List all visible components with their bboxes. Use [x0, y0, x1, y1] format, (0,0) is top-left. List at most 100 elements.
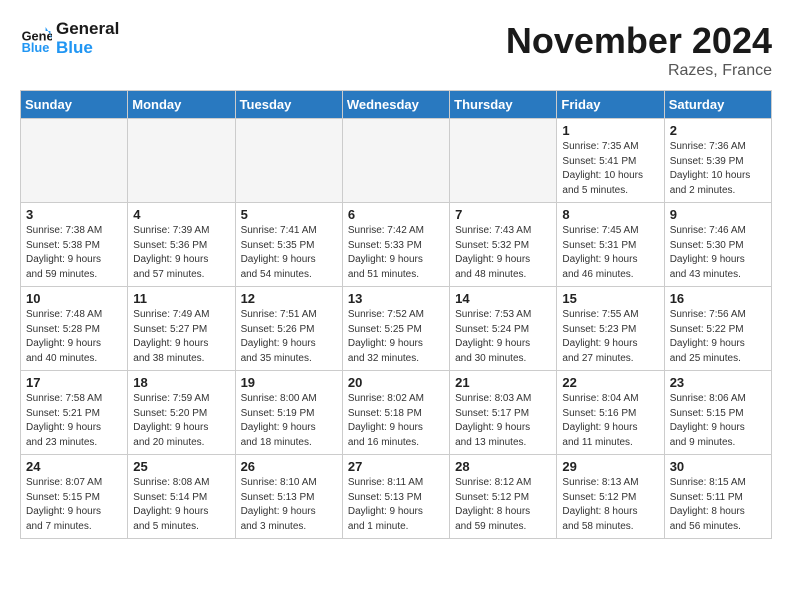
day-detail: Sunrise: 7:43 AM Sunset: 5:32 PM Dayligh… [455, 224, 551, 282]
calendar-cell: 6 Sunrise: 7:42 AM Sunset: 5:33 PM Daylig… [342, 203, 449, 287]
day-number: 9 [670, 207, 766, 222]
day-number: 22 [562, 375, 658, 390]
calendar-cell: 12 Sunrise: 7:51 AM Sunset: 5:26 PM Dayli… [235, 287, 342, 371]
day-detail: Sunrise: 7:42 AM Sunset: 5:33 PM Dayligh… [348, 224, 444, 282]
day-detail: Sunrise: 8:00 AM Sunset: 5:19 PM Dayligh… [241, 392, 337, 450]
calendar-cell: 26 Sunrise: 8:10 AM Sunset: 5:13 PM Dayli… [235, 455, 342, 539]
day-detail: Sunrise: 7:35 AM Sunset: 5:41 PM Dayligh… [562, 140, 658, 198]
day-number: 29 [562, 459, 658, 474]
col-header-wednesday: Wednesday [342, 91, 449, 119]
day-number: 5 [241, 207, 337, 222]
calendar-cell: 28 Sunrise: 8:12 AM Sunset: 5:12 PM Dayli… [450, 455, 557, 539]
day-number: 24 [26, 459, 122, 474]
day-number: 3 [26, 207, 122, 222]
day-detail: Sunrise: 8:10 AM Sunset: 5:13 PM Dayligh… [241, 476, 337, 534]
day-detail: Sunrise: 7:38 AM Sunset: 5:38 PM Dayligh… [26, 224, 122, 282]
day-number: 20 [348, 375, 444, 390]
calendar-cell: 24Sunrise: 8:07 AM Sunset: 5:15 PM Dayli… [21, 455, 128, 539]
day-detail: Sunrise: 8:04 AM Sunset: 5:16 PM Dayligh… [562, 392, 658, 450]
col-header-friday: Friday [557, 91, 664, 119]
day-number: 2 [670, 123, 766, 138]
day-detail: Sunrise: 7:46 AM Sunset: 5:30 PM Dayligh… [670, 224, 766, 282]
day-detail: Sunrise: 7:39 AM Sunset: 5:36 PM Dayligh… [133, 224, 229, 282]
calendar-cell [450, 119, 557, 203]
day-detail: Sunrise: 8:06 AM Sunset: 5:15 PM Dayligh… [670, 392, 766, 450]
day-detail: Sunrise: 7:58 AM Sunset: 5:21 PM Dayligh… [26, 392, 122, 450]
calendar-cell: 22 Sunrise: 8:04 AM Sunset: 5:16 PM Dayli… [557, 371, 664, 455]
calendar-cell [342, 119, 449, 203]
calendar-cell [235, 119, 342, 203]
calendar-cell: 11 Sunrise: 7:49 AM Sunset: 5:27 PM Dayli… [128, 287, 235, 371]
col-header-tuesday: Tuesday [235, 91, 342, 119]
day-number: 4 [133, 207, 229, 222]
calendar-cell: 21Sunrise: 8:03 AM Sunset: 5:17 PM Dayli… [450, 371, 557, 455]
day-number: 15 [562, 291, 658, 306]
calendar-cell: 16Sunrise: 7:56 AM Sunset: 5:22 PM Dayli… [664, 287, 771, 371]
day-detail: Sunrise: 8:02 AM Sunset: 5:18 PM Dayligh… [348, 392, 444, 450]
day-number: 13 [348, 291, 444, 306]
title-block: November 2024 Razes, France [506, 20, 772, 80]
day-number: 28 [455, 459, 551, 474]
calendar-cell: 18 Sunrise: 7:59 AM Sunset: 5:20 PM Dayli… [128, 371, 235, 455]
day-number: 10 [26, 291, 122, 306]
logo-line2: Blue [56, 39, 119, 58]
page-header: General Blue General Blue November 2024 … [20, 20, 772, 80]
day-number: 23 [670, 375, 766, 390]
calendar-cell: 14Sunrise: 7:53 AM Sunset: 5:24 PM Dayli… [450, 287, 557, 371]
day-detail: Sunrise: 8:12 AM Sunset: 5:12 PM Dayligh… [455, 476, 551, 534]
calendar-cell: 7Sunrise: 7:43 AM Sunset: 5:32 PM Daylig… [450, 203, 557, 287]
day-number: 1 [562, 123, 658, 138]
calendar-cell: 3 Sunrise: 7:38 AM Sunset: 5:38 PM Daylig… [21, 203, 128, 287]
day-detail: Sunrise: 7:53 AM Sunset: 5:24 PM Dayligh… [455, 308, 551, 366]
day-detail: Sunrise: 7:45 AM Sunset: 5:31 PM Dayligh… [562, 224, 658, 282]
day-detail: Sunrise: 8:11 AM Sunset: 5:13 PM Dayligh… [348, 476, 444, 534]
day-number: 26 [241, 459, 337, 474]
calendar-week-5: 24Sunrise: 8:07 AM Sunset: 5:15 PM Dayli… [21, 455, 772, 539]
calendar-cell: 23 Sunrise: 8:06 AM Sunset: 5:15 PM Dayli… [664, 371, 771, 455]
location: Razes, France [506, 62, 772, 80]
day-number: 27 [348, 459, 444, 474]
calendar-cell [21, 119, 128, 203]
logo-line1: General [56, 20, 119, 39]
calendar-cell: 2 Sunrise: 7:36 AM Sunset: 5:39 PM Daylig… [664, 119, 771, 203]
logo-icon: General Blue [20, 23, 52, 55]
day-detail: Sunrise: 7:52 AM Sunset: 5:25 PM Dayligh… [348, 308, 444, 366]
col-header-saturday: Saturday [664, 91, 771, 119]
calendar-cell: 17 Sunrise: 7:58 AM Sunset: 5:21 PM Dayli… [21, 371, 128, 455]
day-detail: Sunrise: 7:59 AM Sunset: 5:20 PM Dayligh… [133, 392, 229, 450]
month-title: November 2024 [506, 20, 772, 62]
day-number: 16 [670, 291, 766, 306]
logo: General Blue General Blue [20, 20, 119, 57]
calendar-week-3: 10 Sunrise: 7:48 AM Sunset: 5:28 PM Dayli… [21, 287, 772, 371]
calendar-cell: 4 Sunrise: 7:39 AM Sunset: 5:36 PM Daylig… [128, 203, 235, 287]
day-detail: Sunrise: 7:51 AM Sunset: 5:26 PM Dayligh… [241, 308, 337, 366]
day-number: 17 [26, 375, 122, 390]
day-number: 6 [348, 207, 444, 222]
day-detail: Sunrise: 7:48 AM Sunset: 5:28 PM Dayligh… [26, 308, 122, 366]
day-detail: Sunrise: 8:08 AM Sunset: 5:14 PM Dayligh… [133, 476, 229, 534]
day-number: 11 [133, 291, 229, 306]
calendar-week-2: 3 Sunrise: 7:38 AM Sunset: 5:38 PM Daylig… [21, 203, 772, 287]
day-detail: Sunrise: 7:41 AM Sunset: 5:35 PM Dayligh… [241, 224, 337, 282]
calendar-cell [128, 119, 235, 203]
calendar-week-4: 17 Sunrise: 7:58 AM Sunset: 5:21 PM Dayli… [21, 371, 772, 455]
day-number: 12 [241, 291, 337, 306]
day-number: 8 [562, 207, 658, 222]
calendar-header-row: SundayMondayTuesdayWednesdayThursdayFrid… [21, 91, 772, 119]
calendar-cell: 10 Sunrise: 7:48 AM Sunset: 5:28 PM Dayli… [21, 287, 128, 371]
svg-text:Blue: Blue [22, 39, 50, 54]
calendar-cell: 20 Sunrise: 8:02 AM Sunset: 5:18 PM Dayli… [342, 371, 449, 455]
calendar-week-1: 1 Sunrise: 7:35 AM Sunset: 5:41 PM Daylig… [21, 119, 772, 203]
day-number: 18 [133, 375, 229, 390]
col-header-thursday: Thursday [450, 91, 557, 119]
calendar-cell: 25 Sunrise: 8:08 AM Sunset: 5:14 PM Dayli… [128, 455, 235, 539]
col-header-sunday: Sunday [21, 91, 128, 119]
day-detail: Sunrise: 7:36 AM Sunset: 5:39 PM Dayligh… [670, 140, 766, 198]
day-number: 25 [133, 459, 229, 474]
calendar-cell: 1 Sunrise: 7:35 AM Sunset: 5:41 PM Daylig… [557, 119, 664, 203]
calendar-cell: 19Sunrise: 8:00 AM Sunset: 5:19 PM Dayli… [235, 371, 342, 455]
day-detail: Sunrise: 7:49 AM Sunset: 5:27 PM Dayligh… [133, 308, 229, 366]
day-detail: Sunrise: 8:03 AM Sunset: 5:17 PM Dayligh… [455, 392, 551, 450]
day-number: 30 [670, 459, 766, 474]
calendar-cell: 30Sunrise: 8:15 AM Sunset: 5:11 PM Dayli… [664, 455, 771, 539]
